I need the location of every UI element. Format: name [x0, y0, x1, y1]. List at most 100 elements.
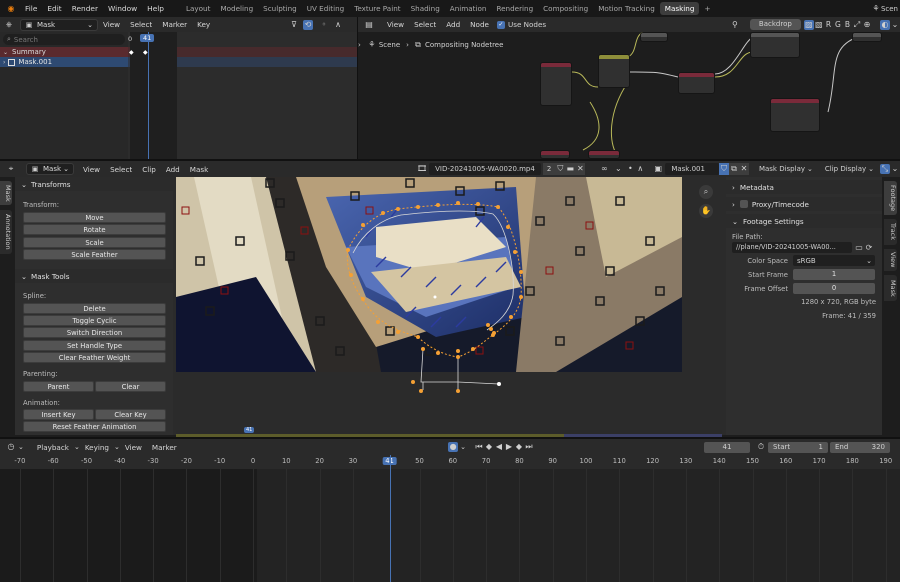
mask-tools-panel-header[interactable]: ⌄ Mask Tools — [15, 269, 173, 283]
menu-help[interactable]: Help — [142, 4, 169, 13]
tab-texture-paint[interactable]: Texture Paint — [349, 4, 405, 13]
use-nodes-checkbox[interactable]: ✓ — [496, 20, 505, 29]
dopesheet-menu-key[interactable]: Key — [192, 20, 215, 29]
switch-direction-button[interactable]: Switch Direction — [23, 327, 166, 338]
clip-menu-mask[interactable]: Mask — [185, 165, 214, 174]
jump-start-icon[interactable]: ⏮ — [474, 442, 484, 452]
pivot-icon[interactable]: ⌄ — [613, 164, 623, 174]
dopesheet-mode-dropdown[interactable]: ▣ Mask ⌄ — [20, 18, 98, 31]
current-frame-field[interactable]: 41 — [704, 441, 750, 453]
overlay-icon[interactable]: ◐ — [880, 19, 890, 30]
start-frame-field[interactable]: 1 — [793, 269, 875, 280]
mask-spline[interactable] — [173, 177, 726, 435]
tab-animation[interactable]: Animation — [445, 4, 492, 13]
compositor-node[interactable] — [678, 72, 715, 94]
auto-keying-icon[interactable]: ● — [448, 442, 459, 452]
proxy-checkbox[interactable] — [739, 200, 748, 208]
timeline-menu-view[interactable]: View — [120, 443, 147, 452]
zoom-backdrop-icon[interactable]: ⤢ — [852, 20, 862, 30]
pan-view-icon[interactable]: ✋ — [699, 204, 713, 218]
unlink-clip-icon[interactable]: ✕ — [575, 163, 586, 175]
mask-copy-icon[interactable]: ⧉ — [728, 163, 739, 175]
fake-user-icon[interactable]: ⛉ — [555, 163, 566, 175]
toggle-cyclic-button[interactable]: Toggle Cyclic — [23, 315, 166, 326]
scene-name[interactable]: Scen — [881, 5, 898, 13]
search-input[interactable]: ⌕ Search — [3, 34, 125, 45]
tab-sculpting[interactable]: Sculpting — [258, 4, 302, 13]
channel-color-alpha-icon[interactable]: ▨ — [803, 19, 814, 30]
dopesheet-menu-select[interactable]: Select — [125, 20, 157, 29]
timeline-menu-playback[interactable]: Playback — [32, 443, 74, 452]
channel-r[interactable]: R — [826, 20, 831, 29]
dopesheet-menu-marker[interactable]: Marker — [157, 20, 192, 29]
blender-logo-icon[interactable]: ◉ — [6, 4, 16, 14]
proportional-edit-icon[interactable]: • — [625, 164, 635, 174]
clip-display-dropdown[interactable]: Clip Display — [825, 165, 866, 173]
insert-key-button[interactable]: Insert Key — [23, 409, 94, 420]
next-keyframe-icon[interactable]: ◆ — [514, 442, 524, 452]
jump-end-icon[interactable]: ⏭ — [524, 442, 534, 452]
timeline-area[interactable]: -70-60-50-40-30-20-100102030415060708090… — [0, 455, 900, 582]
timeline-playhead[interactable] — [390, 455, 391, 582]
interpolation-icon[interactable]: ∧ — [333, 20, 343, 30]
area-divider[interactable] — [357, 17, 358, 159]
clip-editor-type-icon[interactable]: ⌖ — [6, 164, 16, 174]
delete-button[interactable]: Delete — [23, 303, 166, 314]
overlay-dropdown-icon[interactable]: ⌄ — [890, 20, 900, 30]
footage-settings-header[interactable]: ⌄ Footage Settings — [726, 214, 882, 228]
set-handle-type-button[interactable]: Set Handle Type — [23, 340, 166, 351]
timeline-editor-type-icon[interactable]: ◷ — [6, 442, 16, 452]
tab-mask-tools[interactable]: Mask — [0, 181, 12, 205]
zoom-view-icon[interactable]: ⌕ — [699, 185, 713, 199]
parent-button[interactable]: Parent — [23, 381, 94, 392]
compositor-node[interactable] — [750, 32, 800, 58]
tab-layout[interactable]: Layout — [181, 4, 215, 13]
menu-edit[interactable]: Edit — [42, 4, 66, 13]
tab-modeling[interactable]: Modeling — [215, 4, 258, 13]
proxy-panel-header[interactable]: › Proxy/Timecode — [726, 197, 882, 211]
dopesheet-playhead[interactable] — [148, 32, 149, 159]
menu-window[interactable]: Window — [103, 4, 142, 13]
start-frame-field[interactable]: Start 1 — [768, 441, 828, 453]
clip-browse-icon[interactable]: 🎞 — [417, 164, 427, 174]
prev-keyframe-icon[interactable]: ◆ — [484, 442, 494, 452]
tab-view[interactable]: View — [884, 249, 897, 271]
proportional-icon[interactable]: ◦ — [319, 20, 329, 30]
mask-channel-row[interactable]: › Mask.001 — [0, 57, 128, 67]
scene-icon[interactable]: ⚘ — [871, 4, 881, 14]
tab-rendering[interactable]: Rendering — [491, 4, 538, 13]
tab-footage[interactable]: Footage — [884, 181, 897, 215]
tab-masking[interactable]: Masking — [659, 2, 700, 15]
tab-track[interactable]: Track — [884, 219, 897, 245]
snap-link-icon[interactable]: ∞ — [599, 164, 609, 174]
gizmo-toggle-icon[interactable]: ⤡ — [880, 164, 890, 174]
play-icon[interactable]: ▶ — [504, 442, 514, 452]
filter-icon[interactable]: ⊽ — [289, 20, 299, 30]
channel-g[interactable]: G — [835, 20, 841, 29]
clip-name-field[interactable]: VID-20241005-WA0020.mp4 — [429, 163, 541, 175]
snap-icon[interactable]: ⟲ — [303, 19, 313, 30]
mask-unlink-icon[interactable]: ✕ — [738, 163, 749, 175]
timeline-ruler[interactable]: -70-60-50-40-30-20-100102030415060708090… — [0, 455, 900, 469]
compositor-node[interactable] — [598, 54, 630, 88]
reset-feather-animation-button[interactable]: Reset Feather Animation — [23, 421, 166, 432]
tab-uv-editing[interactable]: UV Editing — [302, 4, 350, 13]
mask-name-field[interactable]: Mask.001 — [665, 163, 719, 175]
end-frame-field[interactable]: End 320 — [830, 441, 890, 453]
gizmo-dropdown-icon[interactable]: ⌄ — [890, 164, 900, 174]
compositor-node[interactable] — [540, 150, 570, 159]
scale-button[interactable]: Scale — [23, 237, 166, 248]
timeline-menu-marker[interactable]: Marker — [147, 443, 182, 452]
menu-render[interactable]: Render — [67, 4, 103, 13]
clip-menu-clip[interactable]: Clip — [137, 165, 161, 174]
play-reverse-icon[interactable]: ◀ — [494, 442, 504, 452]
compositor-node[interactable] — [640, 32, 668, 42]
fit-backdrop-icon[interactable]: ⊕ — [862, 20, 872, 30]
clip-menu-view[interactable]: View — [78, 165, 105, 174]
dopesheet-current-frame[interactable]: 41 — [140, 34, 155, 42]
open-clip-icon[interactable]: ▬ — [565, 163, 576, 175]
tab-compositing[interactable]: Compositing — [538, 4, 593, 13]
color-space-dropdown[interactable]: sRGB ⌄ — [793, 255, 875, 266]
file-path-field[interactable]: //plane/VID-20241005-WA00... — [732, 242, 852, 253]
node-menu-select[interactable]: Select — [409, 20, 441, 29]
